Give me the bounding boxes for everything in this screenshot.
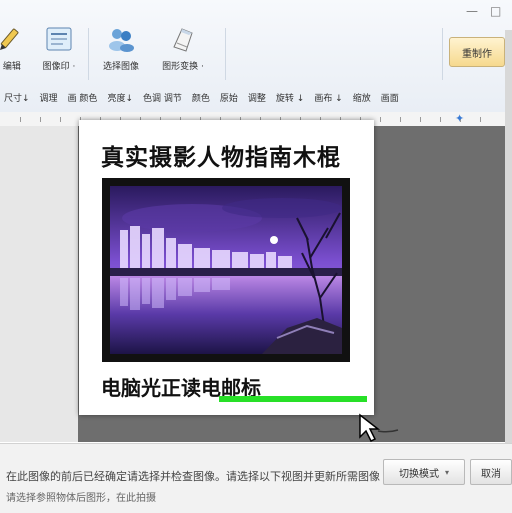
edit-tool-label: · 编辑 xyxy=(0,62,21,72)
pencil-icon xyxy=(0,24,25,54)
tab-stop-icon[interactable]: ✦ xyxy=(455,112,464,125)
maximize-button[interactable]: □ xyxy=(490,4,501,18)
format-hue[interactable]: 颜色 xyxy=(192,91,210,104)
image-stamp-tool-label: 图像印 · xyxy=(42,62,76,72)
cancel-label: 取消 xyxy=(481,468,501,480)
format-original[interactable]: 原始 xyxy=(220,91,238,104)
format-tone[interactable]: 色调 调节 xyxy=(143,91,182,104)
photo-frame[interactable] xyxy=(102,178,350,362)
city-night-photo xyxy=(110,186,342,355)
format-color[interactable]: 画 颜色 xyxy=(68,91,98,104)
status-bar: 在此图像的前后已经确定请选择并检查图像。请选择以下视图并更新所需图像 请选择参照… xyxy=(0,443,512,513)
toolbar-divider-2 xyxy=(225,28,226,80)
format-size[interactable]: 尺寸↓ xyxy=(4,91,30,104)
format-adjust[interactable]: 调理 xyxy=(40,91,58,104)
ribbon-toolbar: — □ · 编辑 图像印 · 选择图像 图形变换 · xyxy=(0,0,512,113)
format-rotate[interactable]: 旋转 ↓ xyxy=(276,91,304,104)
minimize-button[interactable]: — xyxy=(466,4,478,18)
switch-mode-button[interactable]: 切换模式 ▾ xyxy=(383,459,465,485)
window-right-edge xyxy=(505,30,512,510)
switch-mode-label: 切换模式 xyxy=(398,468,439,480)
card-title: 真实摄影人物指南木棍 xyxy=(101,145,341,171)
transform-tool-label: 图形变换 · xyxy=(162,62,204,72)
window-title xyxy=(0,0,512,20)
edit-tool-button[interactable]: · 编辑 xyxy=(0,24,32,80)
format-scene[interactable]: 画面 xyxy=(381,91,399,104)
select-image-tool-label: 选择图像 xyxy=(102,62,139,72)
tool-group: · 编辑 图像印 · xyxy=(0,24,82,82)
format-zoom[interactable]: 缩放 xyxy=(353,91,371,104)
format-row: 尺寸↓ 调理 画 颜色 亮度↓ 色调 调节 颜色 原始 调整 旋转 ↓ 画布 ↓… xyxy=(0,86,512,108)
status-text-1: 在此图像的前后已经确定请选择并检查图像。请选择以下视图并更新所需图像 xyxy=(6,470,380,483)
cancel-button[interactable]: 取消 xyxy=(470,459,512,485)
toolbar-divider xyxy=(88,28,89,80)
chevron-down-icon: ▾ xyxy=(444,467,449,477)
format-brightness[interactable]: 亮度↓ xyxy=(107,91,133,104)
image-stamp-tool-button[interactable]: 图像印 · xyxy=(36,24,82,80)
select-image-tool-button[interactable]: 选择图像 xyxy=(98,24,144,80)
toolbar-divider-3 xyxy=(442,28,443,80)
remake-button[interactable]: 重制作 xyxy=(449,37,505,67)
format-canvas[interactable]: 画布 ↓ xyxy=(314,91,342,104)
status-text-2: 请选择参照物体后图形，在此拍摄 xyxy=(6,493,156,504)
tool-group-2: 选择图像 图形变换 · xyxy=(98,24,206,82)
canvas-left-panel xyxy=(0,126,78,442)
document-icon xyxy=(167,24,199,54)
caption-underline xyxy=(219,396,367,402)
transform-tool-button[interactable]: 图形变换 · xyxy=(160,24,206,80)
people-icon xyxy=(105,24,137,54)
format-tune[interactable]: 调整 xyxy=(248,91,266,104)
clipboard-icon xyxy=(43,24,75,54)
photo-card[interactable]: 真实摄影人物指南木棍 电脑光正读电邮标 xyxy=(79,120,374,415)
